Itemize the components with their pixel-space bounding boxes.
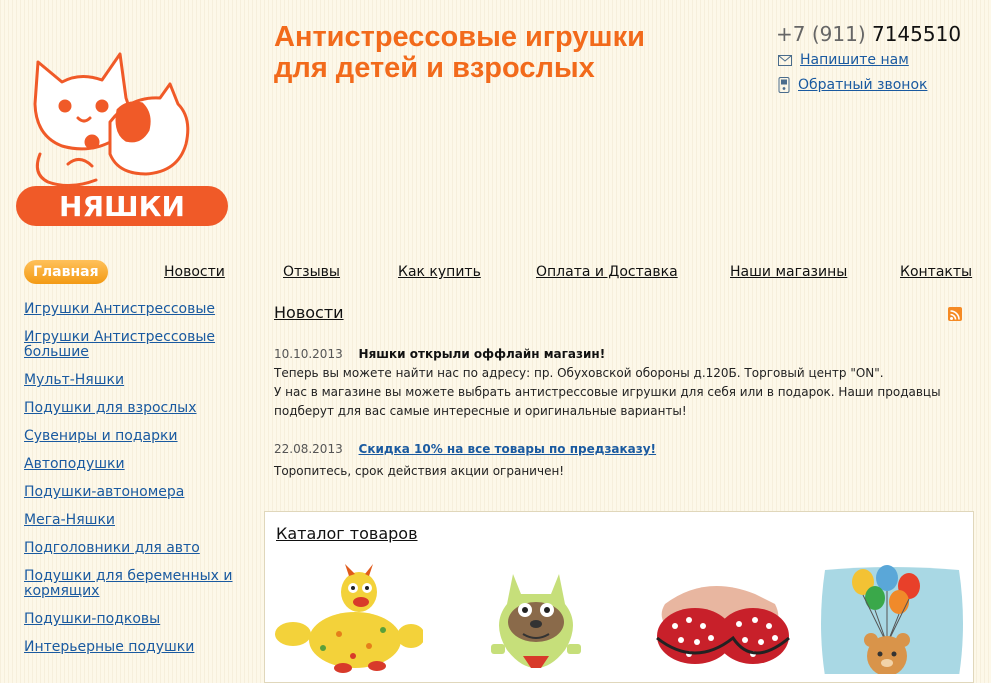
phone-code: +7 (911)	[776, 22, 866, 46]
write-us-row: Напишите нам	[778, 52, 909, 68]
sidebar-item-adult-pillows[interactable]: Подушки для взрослых	[24, 401, 244, 416]
nav-how-to-buy[interactable]: Как купить	[398, 264, 481, 280]
rss-glyph-icon	[950, 310, 960, 320]
news-text: У нас в магазине вы можете выбрать антис…	[274, 385, 941, 418]
product-yellow-giraffe[interactable]	[273, 564, 425, 674]
rss-icon[interactable]	[948, 307, 962, 321]
product-bear-pillow[interactable]	[817, 564, 967, 676]
nav-home[interactable]: Главная	[24, 260, 108, 284]
main-nav: Главная Новости Отзывы Как купить Оплата…	[24, 260, 972, 288]
sidebar-item-antistress-toys[interactable]: Игрушки Антистрессовые	[24, 302, 244, 317]
site-logo[interactable]: НЯШКИ	[10, 14, 235, 229]
red-bra-cushion-icon	[656, 586, 790, 664]
phone-digits: 7145510	[871, 22, 962, 46]
phone-number: +7 (911) 7145510	[776, 22, 961, 46]
sidebar-item-car-pillows[interactable]: Автоподушки	[24, 457, 244, 472]
news-headline: Няшки открыли оффлайн магазин!	[358, 347, 606, 361]
sidebar-item-souvenirs[interactable]: Сувениры и подарки	[24, 429, 244, 444]
product-red-cushion[interactable]	[645, 564, 795, 674]
headline-text: Антистрессовые игрушки для детей и взрос…	[274, 21, 645, 84]
sidebar-item-number-pillows[interactable]: Подушки-автономера	[24, 485, 244, 500]
nav-news[interactable]: Новости	[164, 264, 225, 280]
category-sidebar: Игрушки Антистрессовые Игрушки Антистрес…	[24, 302, 244, 668]
news-date: 10.10.2013	[274, 347, 343, 361]
callback-link[interactable]: Обратный звонок	[798, 77, 927, 93]
phone-handset-icon	[778, 77, 790, 93]
sidebar-item-mult-nyashki[interactable]: Мульт-Няшки	[24, 373, 244, 388]
product-green-cat[interactable]	[461, 564, 611, 674]
sidebar-item-interior-pillows[interactable]: Интерьерные подушки	[24, 640, 244, 655]
news-text: Торопитесь, срок действия акции ограниче…	[274, 464, 565, 478]
yellow-giraffe-toy-icon	[275, 564, 425, 673]
sidebar-item-mega-nyashki[interactable]: Мега-Няшки	[24, 513, 244, 528]
sidebar-item-antistress-toys-big[interactable]: Игрушки Антистрессовые большие	[24, 330, 244, 360]
nav-contacts[interactable]: Контакты	[900, 264, 972, 280]
sidebar-item-horseshoe-pillows[interactable]: Подушки-подковы	[24, 612, 244, 627]
envelope-icon	[778, 54, 792, 66]
green-cat-toy-icon	[491, 574, 581, 668]
nav-our-shops[interactable]: Наши магазины	[730, 264, 847, 280]
logo-text: НЯШКИ	[59, 190, 185, 223]
sidebar-item-pregnancy-pillows[interactable]: Подушки для беременных и кормящих	[24, 569, 244, 599]
nav-payment-delivery[interactable]: Оплата и Доставка	[536, 264, 678, 280]
news-section-title[interactable]: Новости	[274, 303, 344, 322]
news-text: Теперь вы можете найти нас по адресу: пр…	[274, 366, 884, 380]
bear-balloons-pillow-icon	[821, 565, 963, 676]
news-date: 22.08.2013	[274, 442, 343, 456]
catalog-title[interactable]: Каталог товаров	[276, 524, 418, 543]
callback-row: Обратный звонок	[778, 77, 927, 93]
news-headline-link[interactable]: Скидка 10% на все товары по предзаказу!	[359, 442, 656, 456]
cats-logo-icon: НЯШКИ	[16, 52, 228, 226]
news-item: 22.08.2013 Скидка 10% на все товары по п…	[274, 440, 964, 481]
nav-reviews[interactable]: Отзывы	[283, 264, 340, 280]
site-headline: Антистрессовые игрушки для детей и взрос…	[274, 22, 645, 84]
write-us-link[interactable]: Напишите нам	[800, 52, 909, 68]
sidebar-item-headrests[interactable]: Подголовники для авто	[24, 541, 244, 556]
news-item: 10.10.2013 Няшки открыли оффлайн магазин…	[274, 345, 964, 421]
catalog-panel: Каталог товаров	[264, 511, 974, 683]
